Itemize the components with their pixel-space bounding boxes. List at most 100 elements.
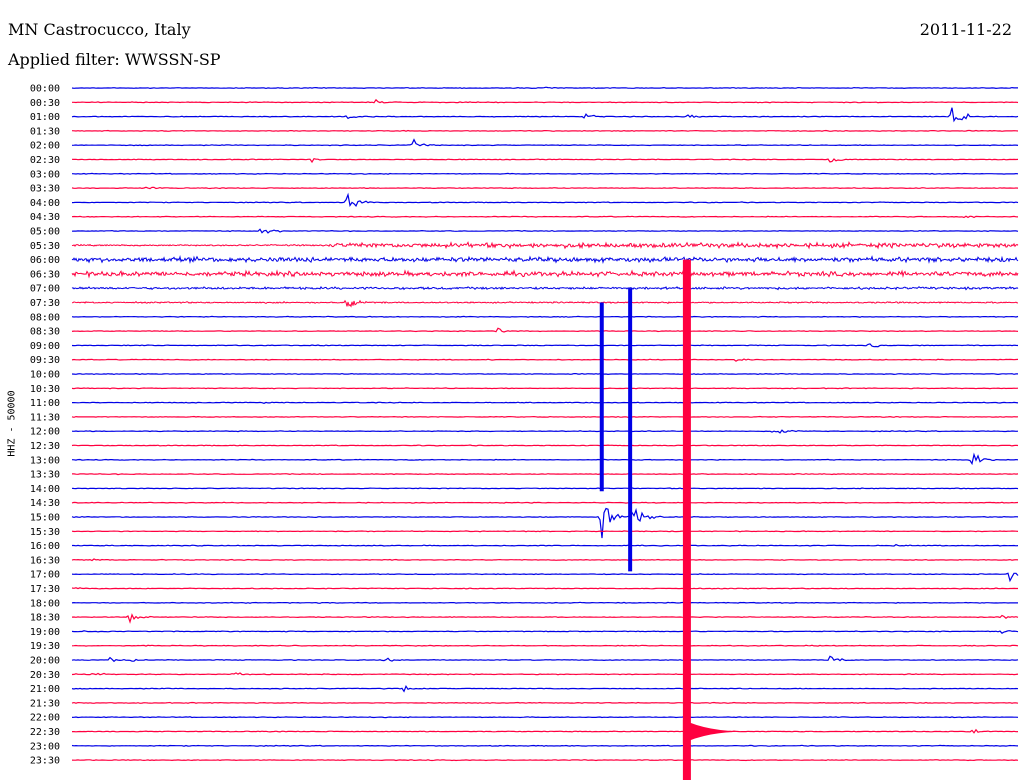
trace-1800 [71, 601, 1018, 604]
row-label: 19:30 [30, 641, 60, 652]
big-quake-coda [682, 719, 747, 744]
trace-0130 [71, 129, 1019, 132]
row-label: 10:30 [30, 384, 60, 395]
trace-1900 [71, 630, 1019, 634]
trace-1530 [71, 530, 1019, 533]
row-label: 21:30 [30, 698, 60, 709]
blue-quake-spike-1 [628, 288, 633, 572]
trace-1700 [71, 572, 1019, 583]
trace-0600 [71, 254, 1019, 265]
row-label: 00:30 [30, 98, 60, 109]
trace-1030 [71, 387, 1019, 390]
row-label: 20:00 [30, 656, 60, 667]
trace-0830 [71, 327, 1019, 333]
row-label: 03:00 [30, 169, 60, 180]
row-label: 23:30 [30, 756, 60, 767]
row-label: 07:30 [30, 298, 60, 309]
trace-1600 [72, 543, 1019, 547]
row-label: 05:00 [30, 227, 60, 238]
row-label: 18:00 [30, 598, 60, 609]
row-label: 13:00 [30, 455, 60, 466]
row-label: 01:30 [30, 126, 60, 137]
row-label: 22:00 [30, 713, 60, 724]
row-label: 20:30 [30, 670, 60, 681]
row-label: 19:00 [30, 627, 60, 638]
row-label: 22:30 [30, 727, 60, 738]
row-label: 11:00 [30, 398, 60, 409]
trace-2200 [71, 716, 1019, 719]
trace-0430 [71, 215, 1019, 219]
trace-1630 [71, 558, 1019, 562]
row-label: 08:00 [30, 312, 60, 323]
row-label: 11:30 [30, 412, 60, 423]
trace-0530 [71, 241, 1019, 250]
trace-0500 [71, 228, 1019, 234]
row-label: 07:00 [30, 284, 60, 295]
trace-0030 [72, 98, 1019, 104]
row-label: 05:30 [30, 241, 60, 252]
trace-1930 [71, 644, 1019, 647]
row-label: 00:00 [30, 84, 60, 95]
row-label: 17:00 [30, 570, 60, 581]
row-label: 02:00 [30, 141, 60, 152]
trace-0700 [71, 285, 1019, 291]
seismogram-plot: 00:00 00:30 01:00 01:30 02:00 02:30 03:00 03:30… [30, 84, 1019, 780]
row-label: 14:00 [30, 484, 60, 495]
trace-2000 [71, 655, 1019, 663]
row-label: 14:30 [30, 498, 60, 509]
row-label: 10:00 [30, 370, 60, 381]
row-label: 04:00 [30, 198, 60, 209]
row-label: 21:00 [30, 684, 60, 695]
trace-0330 [71, 186, 1019, 190]
row-label: 09:30 [30, 355, 60, 366]
row-label: 06:30 [30, 269, 60, 280]
row-label: 04:30 [30, 212, 60, 223]
trace-2330 [71, 759, 1019, 762]
row-label: 09:00 [30, 341, 60, 352]
trace-0300 [71, 172, 1019, 175]
row-label: 16:00 [30, 541, 60, 552]
trace-0800 [71, 315, 1019, 318]
trace-1730 [71, 587, 1018, 590]
row-label: 02:30 [30, 155, 60, 166]
trace-2230 [72, 728, 1019, 734]
trace-1400 [71, 487, 1019, 490]
row-label: 06:00 [30, 255, 60, 266]
row-label: 01:00 [30, 112, 60, 123]
trace-1100 [72, 401, 1019, 404]
row-label: 23:00 [30, 741, 60, 752]
trace-0930 [71, 358, 1019, 362]
big-quake-spike [682, 259, 691, 780]
trace-0200 [71, 138, 1019, 147]
trace-1130 [71, 415, 1019, 418]
trace-1300 [71, 452, 1019, 466]
row-label: 15:30 [30, 527, 60, 538]
trace-0000 [71, 86, 1018, 90]
row-label: 15:00 [30, 513, 60, 524]
row-label: 13:30 [30, 470, 60, 481]
trace-1330 [72, 473, 1019, 476]
row-label: 18:30 [30, 613, 60, 624]
trace-0100 [71, 107, 1019, 123]
trace-1000 [71, 372, 1018, 376]
trace-0630 [71, 269, 1019, 279]
row-label: 16:30 [30, 555, 60, 566]
trace-0900 [71, 343, 1019, 348]
trace-1500 [71, 507, 1019, 539]
row-label: 17:30 [30, 584, 60, 595]
trace-2300 [71, 744, 1019, 747]
row-label: 08:30 [30, 327, 60, 338]
trace-0730 [71, 299, 1018, 308]
trace-2100 [71, 685, 1019, 693]
blue-quake-spike-0 [599, 302, 604, 492]
row-label: 03:30 [30, 184, 60, 195]
row-label: 12:00 [30, 427, 60, 438]
trace-0400 [71, 192, 1019, 207]
row-label: 12:30 [30, 441, 60, 452]
trace-2030 [71, 672, 1019, 676]
trace-1200 [71, 429, 1019, 434]
trace-0230 [71, 158, 1019, 164]
trace-2130 [71, 701, 1019, 704]
trace-1430 [71, 501, 1019, 504]
trace-1230 [71, 444, 1019, 447]
